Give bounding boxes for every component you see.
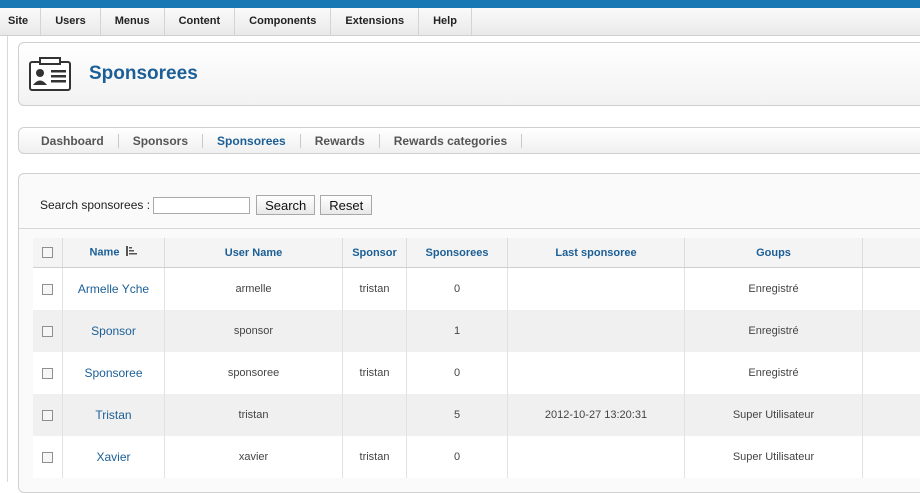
row-select-cell <box>33 352 63 394</box>
user-card-icon <box>28 56 72 92</box>
cell-extra <box>863 394 920 436</box>
column-header-name[interactable]: Name <box>63 238 165 268</box>
cell-sponsorees: 1 <box>407 310 508 352</box>
column-header-groups: Goups <box>685 238 863 268</box>
cell-extra <box>863 310 920 352</box>
cell-name: Sponsor <box>63 310 165 352</box>
top-accent-bar <box>0 0 920 8</box>
menu-site[interactable]: Site <box>0 8 41 35</box>
page-title: Sponsorees <box>89 63 198 85</box>
select-all-cell <box>33 238 63 268</box>
menu-extensions[interactable]: Extensions <box>331 8 419 35</box>
column-header-sponsor[interactable]: Sponsor <box>343 238 407 268</box>
cell-name: Armelle Yche <box>63 268 165 311</box>
column-header-username[interactable]: User Name <box>165 238 343 268</box>
sponsoree-name-link[interactable]: Sponsoree <box>84 366 142 380</box>
cell-sponsorees: 0 <box>407 268 508 311</box>
cell-extra <box>863 436 920 478</box>
menu-content[interactable]: Content <box>165 8 236 35</box>
table-header-row: Name User Name Sponsor Sponsorees Last s… <box>33 238 920 268</box>
table-row: Tristan tristan 5 2012-10-27 13:20:31 Su… <box>33 394 920 436</box>
sponsoree-name-link[interactable]: Tristan <box>95 408 131 422</box>
menu-components[interactable]: Components <box>235 8 331 35</box>
cell-username: sponsor <box>165 310 343 352</box>
row-select-cell <box>33 436 63 478</box>
cell-sponsor <box>343 310 407 352</box>
menu-users[interactable]: Users <box>41 8 101 35</box>
frame-divider <box>7 36 8 482</box>
cell-groups: Enregistré <box>685 268 863 311</box>
cell-last-sponsoree <box>508 268 685 311</box>
row-checkbox[interactable] <box>42 452 53 463</box>
cell-name: Xavier <box>63 436 165 478</box>
list-panel: Search sponsorees : Search Reset Name <box>18 173 920 493</box>
cell-groups: Super Utilisateur <box>685 394 863 436</box>
column-header-name-label: Name <box>89 246 119 258</box>
cell-groups: Super Utilisateur <box>685 436 863 478</box>
cell-sponsor: tristan <box>343 268 407 311</box>
row-select-cell <box>33 394 63 436</box>
cell-username: sponsoree <box>165 352 343 394</box>
subnav-sponsors[interactable]: Sponsors <box>119 134 203 148</box>
cell-username: armelle <box>165 268 343 311</box>
subnav-rewards[interactable]: Rewards <box>301 134 380 148</box>
subnav-rewards-categories[interactable]: Rewards categories <box>380 134 522 148</box>
table-row: Armelle Yche armelle tristan 0 Enregistr… <box>33 268 920 311</box>
cell-groups: Enregistré <box>685 310 863 352</box>
cell-sponsor: tristan <box>343 352 407 394</box>
search-input[interactable] <box>153 197 250 214</box>
table-row: Sponsoree sponsoree tristan 0 Enregistré <box>33 352 920 394</box>
menu-menus[interactable]: Menus <box>101 8 165 35</box>
cell-extra <box>863 352 920 394</box>
cell-name: Tristan <box>63 394 165 436</box>
column-header-last-sponsoree[interactable]: Last sponsoree <box>508 238 685 268</box>
page-header: Sponsorees <box>18 42 920 106</box>
cell-last-sponsoree: 2012-10-27 13:20:31 <box>508 394 685 436</box>
search-bar: Search sponsorees : Search Reset <box>40 194 377 216</box>
row-checkbox[interactable] <box>42 410 53 421</box>
cell-groups: Enregistré <box>685 352 863 394</box>
table-row: Sponsor sponsor 1 Enregistré <box>33 310 920 352</box>
component-subnav: Dashboard Sponsors Sponsorees Rewards Re… <box>18 127 920 154</box>
column-header-sponsorees[interactable]: Sponsorees <box>407 238 508 268</box>
select-all-checkbox[interactable] <box>42 247 53 258</box>
menu-help[interactable]: Help <box>419 8 472 35</box>
sponsoree-name-link[interactable]: Xavier <box>96 450 130 464</box>
subnav-sponsorees[interactable]: Sponsorees <box>203 134 301 148</box>
cell-username: xavier <box>165 436 343 478</box>
cell-name: Sponsoree <box>63 352 165 394</box>
cell-last-sponsoree <box>508 310 685 352</box>
cell-last-sponsoree <box>508 436 685 478</box>
search-button[interactable]: Search <box>256 195 315 215</box>
admin-menubar: Site Users Menus Content Components Exte… <box>0 8 920 36</box>
row-select-cell <box>33 310 63 352</box>
cell-sponsor <box>343 394 407 436</box>
sort-ascending-icon <box>126 246 138 259</box>
reset-button[interactable]: Reset <box>320 195 372 215</box>
divider <box>19 228 920 229</box>
cell-sponsorees: 0 <box>407 436 508 478</box>
row-checkbox[interactable] <box>42 326 53 337</box>
cell-sponsor: tristan <box>343 436 407 478</box>
row-select-cell <box>33 268 63 311</box>
cell-extra <box>863 268 920 311</box>
row-checkbox[interactable] <box>42 284 53 295</box>
cell-username: tristan <box>165 394 343 436</box>
sponsoree-name-link[interactable]: Armelle Yche <box>78 282 149 296</box>
sponsoree-name-link[interactable]: Sponsor <box>91 324 136 338</box>
column-header-extra <box>863 238 920 268</box>
cell-sponsorees: 5 <box>407 394 508 436</box>
subnav-dashboard[interactable]: Dashboard <box>27 134 119 148</box>
cell-sponsorees: 0 <box>407 352 508 394</box>
search-label: Search sponsorees : <box>40 198 150 212</box>
table-row: Xavier xavier tristan 0 Super Utilisateu… <box>33 436 920 478</box>
sponsorees-table: Name User Name Sponsor Sponsorees Last s… <box>33 238 920 478</box>
cell-last-sponsoree <box>508 352 685 394</box>
row-checkbox[interactable] <box>42 368 53 379</box>
